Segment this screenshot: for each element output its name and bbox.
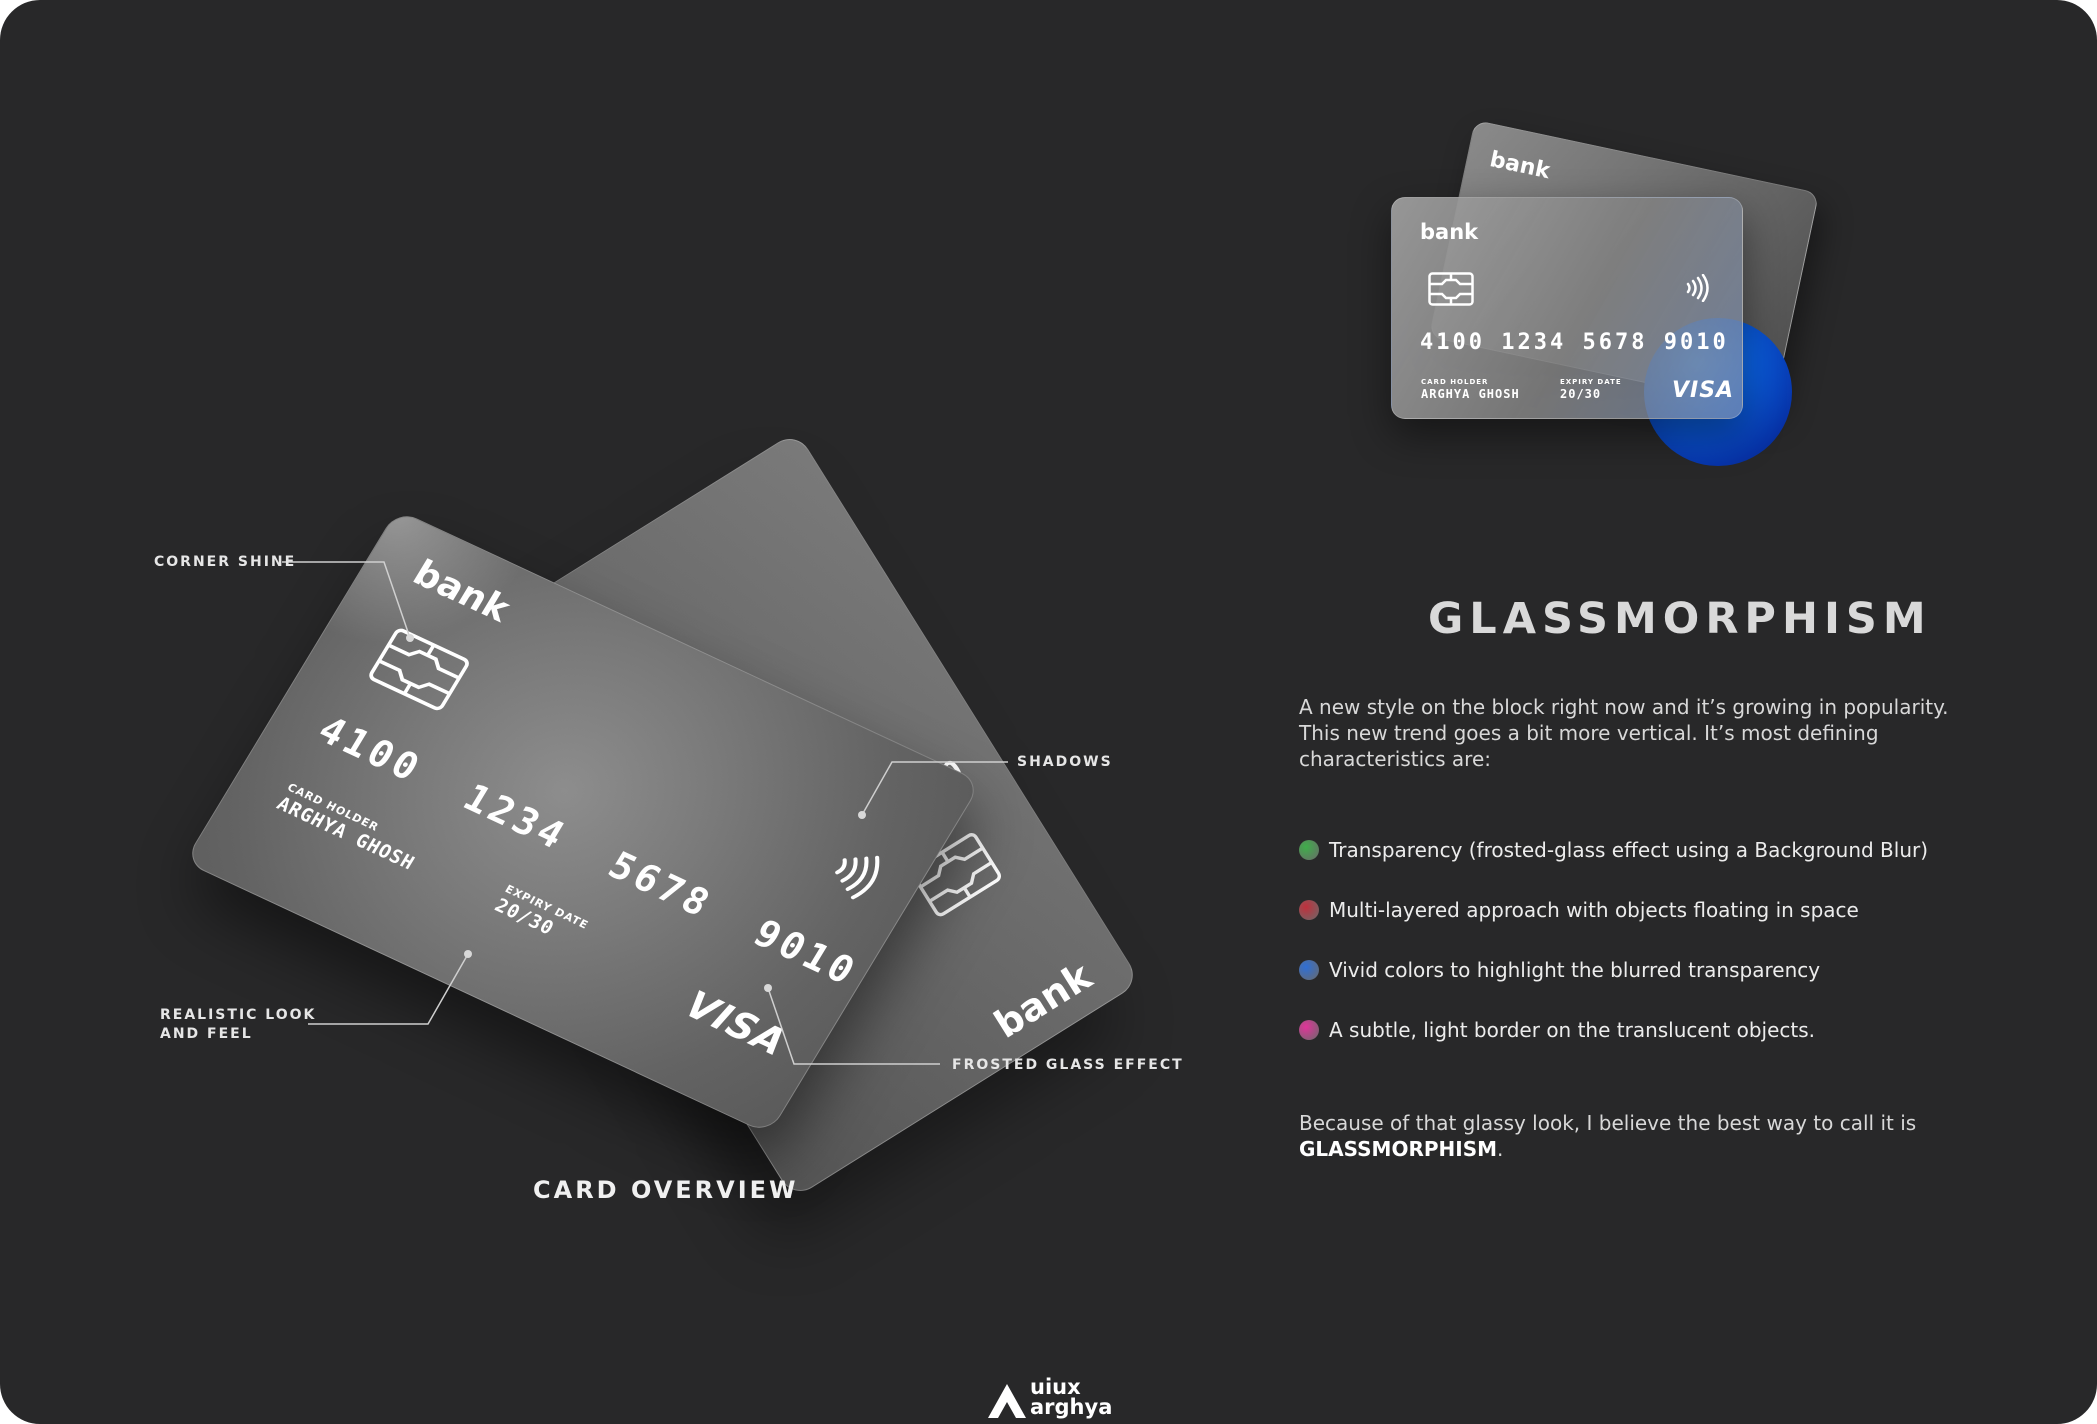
artboard: bank bank 4100 1234 5678 9010 CARD HOLDE… [0, 0, 2097, 1424]
annotation-realistic-line2: AND FEEL [160, 1026, 253, 1042]
shadows-line [861, 761, 1008, 816]
logo-line2: arghya [1030, 1395, 1113, 1419]
corner-shine-line [282, 561, 411, 639]
logo-line1: uiux [1030, 1375, 1081, 1399]
feature-bullet [1299, 840, 1319, 860]
feature-bullet [1299, 900, 1319, 920]
card-overview-title: CARD OVERVIEW [533, 1176, 799, 1204]
feature-text: Vivid colors to highlight the blurred tr… [1329, 958, 1821, 982]
outro-paragraph: Because of that glassy look, I believe t… [1299, 1110, 1979, 1162]
feature-item: A subtle, light border on the translucen… [1299, 1018, 1815, 1042]
frosted-glass-dot [764, 984, 772, 992]
annotation-corner-shine: CORNER SHINE [154, 554, 297, 570]
uiux-arghya-logo: uiux arghya [986, 1375, 1116, 1424]
intro-paragraph: A new style on the block right now and i… [1299, 695, 1949, 771]
annotation-realistic: REALISTIC LOOK AND FEEL [160, 1006, 316, 1044]
annotation-frosted-glass: FROSTED GLASS EFFECT [952, 1057, 1184, 1073]
annotation-realistic-line1: REALISTIC LOOK [160, 1007, 317, 1023]
feature-bullet [1299, 960, 1319, 980]
outro-text: Because of that glassy look, I believe t… [1299, 1111, 1917, 1135]
corner-shine-dot [406, 634, 414, 642]
frosted-glass-line [767, 987, 940, 1065]
feature-text: Transparency (frosted-glass effect using… [1329, 838, 1929, 862]
annotation-shadows: SHADOWS [1017, 754, 1113, 770]
feature-item: Transparency (frosted-glass effect using… [1299, 838, 1928, 862]
outro-period: . [1497, 1137, 1504, 1161]
shadows-dot [858, 811, 866, 819]
logo-text: uiux arghya [1030, 1375, 1113, 1419]
feature-bullet [1299, 1020, 1319, 1040]
feature-item: Vivid colors to highlight the blurred tr… [1299, 958, 1820, 982]
realistic-dot [464, 950, 472, 958]
outro-highlight: GLASSMORPHISM [1299, 1137, 1497, 1161]
feature-text: Multi-layered approach with objects floa… [1329, 898, 1859, 922]
feature-item: Multi-layered approach with objects floa… [1299, 898, 1859, 922]
realistic-line [308, 953, 469, 1025]
feature-text: A subtle, light border on the translucen… [1329, 1018, 1815, 1042]
logo-mark-icon [988, 1384, 1026, 1418]
page-title: GLASSMORPHISM [1428, 594, 1932, 644]
